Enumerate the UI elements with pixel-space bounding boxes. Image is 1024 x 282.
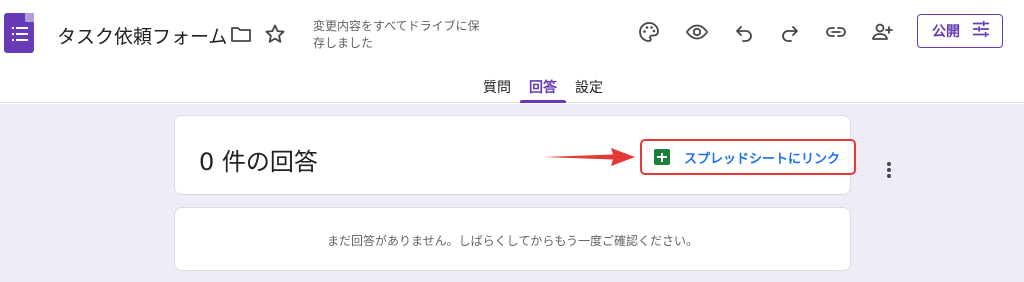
sheets-icon: [654, 149, 670, 165]
eye-icon[interactable]: [683, 18, 711, 46]
response-count-title: 0 件の回答: [199, 148, 318, 176]
link-to-sheets-button[interactable]: スプレッドシートにリンク: [640, 139, 856, 175]
forms-logo-icon[interactable]: [4, 13, 34, 53]
app-header: タスク依頼フォーム 変更内容をすべてドライブに保存しました 公開 質問 回答 設…: [0, 0, 1024, 103]
save-status: 変更内容をすべてドライブに保存しました: [313, 19, 480, 50]
publish-label: 公開: [932, 24, 960, 40]
palette-icon[interactable]: [635, 18, 663, 46]
undo-icon[interactable]: [730, 18, 758, 46]
empty-responses-card: まだ回答がありません。しばらくしてからもう一度ご確認ください。: [174, 207, 851, 271]
tab-responses[interactable]: 回答: [520, 71, 566, 103]
more-vert-icon[interactable]: [882, 156, 896, 184]
folder-icon[interactable]: [227, 20, 255, 48]
tab-settings[interactable]: 設定: [566, 71, 612, 103]
form-title[interactable]: タスク依頼フォーム: [57, 22, 227, 49]
add-person-icon[interactable]: [868, 18, 896, 46]
red-arrow-annotation: [543, 148, 635, 166]
empty-responses-message: まだ回答がありません。しばらくしてからもう一度ご確認ください。: [327, 234, 698, 248]
link-to-sheets-label: スプレッドシートにリンク: [684, 151, 841, 167]
star-icon[interactable]: [261, 20, 289, 48]
link-icon[interactable]: [822, 18, 850, 46]
tune-icon: [970, 18, 992, 44]
redo-icon[interactable]: [776, 18, 804, 46]
tab-questions[interactable]: 質問: [474, 71, 520, 103]
publish-button[interactable]: 公開: [917, 14, 1003, 48]
response-summary-card: 0 件の回答 スプレッドシートにリンク: [174, 115, 891, 195]
form-tabs: 質問 回答 設定: [474, 71, 612, 103]
